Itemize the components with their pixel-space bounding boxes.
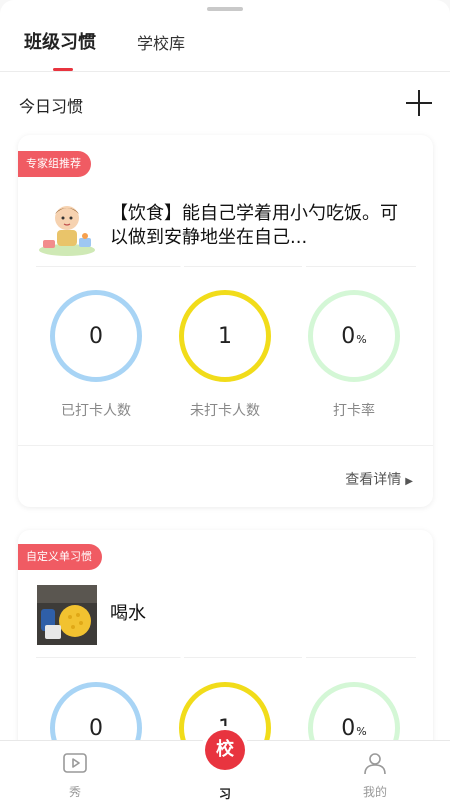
habit-title: 【饮食】能自己学着用小勺吃饭。可以做到安静地坐在自己... bbox=[110, 203, 398, 248]
stat-label: 打卡率 bbox=[333, 403, 375, 419]
stat-label: 已打卡人数 bbox=[61, 403, 131, 419]
habit-thumbnail bbox=[37, 198, 97, 258]
stats-row: 0 已打卡人数 1 未打卡人数 0% 打卡率 bbox=[18, 290, 433, 430]
habit-thumbnail bbox=[37, 585, 97, 645]
nav-label: 秀 bbox=[68, 785, 81, 799]
stat-value: 0 bbox=[89, 323, 103, 349]
active-tab-indicator bbox=[53, 68, 73, 71]
play-video-icon bbox=[63, 753, 87, 773]
divider bbox=[36, 266, 416, 267]
card-footer-divider bbox=[18, 445, 433, 446]
nav-label: 我的 bbox=[362, 785, 387, 799]
stat-value: 0 bbox=[341, 715, 356, 741]
view-details-link[interactable]: 查看详情 ▶ bbox=[345, 469, 413, 489]
stat-value: 0 bbox=[341, 323, 356, 349]
stat-checkin-rate: 0% 打卡率 bbox=[289, 290, 419, 430]
stat-value: 0 bbox=[89, 715, 103, 741]
habit-badge: 专家组推荐 bbox=[18, 151, 91, 177]
habit-sheet: 班级习惯 学校库 今日习惯 专家组推荐 【饮食】能自己学着用小勺吃饭。可以做到安… bbox=[0, 0, 450, 800]
tab-bar: 班级习惯 学校库 bbox=[0, 0, 450, 72]
tab-school-library[interactable]: 学校库 bbox=[137, 30, 185, 54]
view-details-label: 查看详情 bbox=[345, 472, 402, 488]
nav-item-habits[interactable]: 校 习 bbox=[180, 730, 270, 800]
school-badge-icon[interactable]: 校 bbox=[205, 730, 245, 770]
stat-ring: 1 bbox=[179, 290, 271, 382]
stat-label: 未打卡人数 bbox=[190, 403, 260, 419]
stat-ring: 0% bbox=[308, 290, 400, 382]
habit-title: 喝水 bbox=[110, 603, 146, 624]
nav-item-mine[interactable]: 我的 bbox=[330, 741, 420, 800]
divider bbox=[36, 657, 416, 658]
triangle-right-icon: ▶ bbox=[405, 476, 413, 487]
habit-badge: 自定义单习惯 bbox=[18, 544, 102, 570]
nav-label: 习 bbox=[218, 787, 231, 800]
stat-unit: % bbox=[356, 332, 367, 346]
bottom-nav: 秀 校 习 我的 bbox=[0, 730, 450, 800]
stat-value: 1 bbox=[218, 323, 232, 349]
nav-item-show[interactable]: 秀 bbox=[30, 741, 120, 800]
stat-checked-in: 0 已打卡人数 bbox=[31, 290, 161, 430]
person-icon bbox=[364, 753, 386, 775]
stat-not-checked-in: 1 未打卡人数 bbox=[160, 290, 290, 430]
add-icon[interactable] bbox=[404, 88, 434, 118]
habit-card[interactable]: 专家组推荐 【饮食】能自己学着用小勺吃饭。可以做到安静地坐在自己... 0 已打… bbox=[18, 135, 433, 507]
section-title: 今日习惯 bbox=[19, 97, 84, 116]
tab-class-habits[interactable]: 班级习惯 bbox=[24, 28, 96, 54]
stat-unit: % bbox=[356, 724, 367, 738]
stat-ring: 0 bbox=[50, 290, 142, 382]
